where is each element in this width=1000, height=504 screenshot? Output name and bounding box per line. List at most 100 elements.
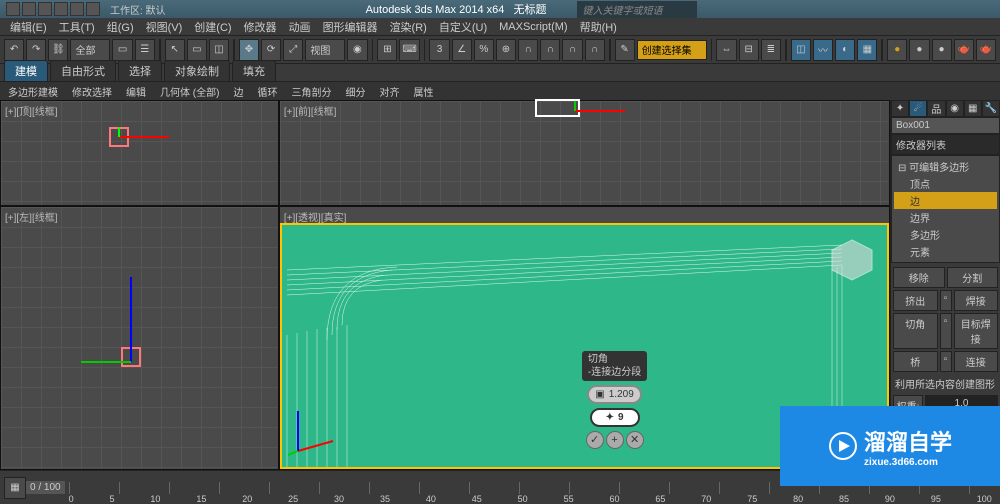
render-setup-button[interactable]: ▦: [857, 39, 877, 61]
snap-icon[interactable]: ∩: [585, 39, 605, 61]
tab-selection[interactable]: 选择: [118, 60, 162, 81]
menu-modifiers[interactable]: 修改器: [238, 19, 283, 35]
split-button[interactable]: 分割: [947, 267, 999, 288]
teapot-icon[interactable]: 🫖: [954, 39, 974, 61]
frame-indicator[interactable]: 0 / 100: [26, 481, 65, 494]
qat-icon[interactable]: [22, 2, 36, 16]
menu-group[interactable]: 组(G): [101, 19, 140, 35]
menu-views[interactable]: 视图(V): [140, 19, 189, 35]
extrude-button[interactable]: 挤出: [893, 290, 938, 311]
ribbon-geometry[interactable]: 几何体 (全部): [156, 84, 223, 99]
stack-polygon[interactable]: 多边形: [894, 226, 997, 243]
menu-create[interactable]: 创建(C): [188, 19, 237, 35]
hierarchy-tab-icon[interactable]: 品: [927, 100, 945, 117]
viewport-front[interactable]: [+][前][线框]: [279, 100, 890, 206]
manipulate-button[interactable]: ⊞: [377, 39, 397, 61]
ribbon-modify-sel[interactable]: 修改选择: [68, 84, 116, 99]
viewport-top[interactable]: [+][顶][线框]: [0, 100, 279, 206]
timeline-config-icon[interactable]: ▦: [4, 477, 26, 499]
render-iterative-button[interactable]: ●: [932, 39, 952, 61]
angle-snap[interactable]: ∠: [452, 39, 472, 61]
snap-icon[interactable]: ∩: [540, 39, 560, 61]
remove-button[interactable]: 移除: [893, 267, 945, 288]
object-name-field[interactable]: Box001: [891, 117, 1000, 134]
tab-modeling[interactable]: 建模: [4, 60, 48, 81]
mirror-button[interactable]: ⇔: [716, 39, 736, 61]
render-button[interactable]: ●: [887, 39, 907, 61]
connect-button[interactable]: 连接: [954, 351, 999, 372]
chamfer-amount-field[interactable]: ▣ 1.209: [587, 385, 641, 404]
ribbon-props[interactable]: 属性: [409, 84, 437, 99]
align-button[interactable]: ⊟: [739, 39, 759, 61]
ref-coord-dropdown[interactable]: 视图: [305, 39, 345, 61]
ribbon-edges[interactable]: 边: [229, 84, 247, 99]
spinner-snap[interactable]: ⊕: [496, 39, 516, 61]
viewport-front-label[interactable]: [+][前][线框]: [284, 103, 337, 118]
workspace-selector[interactable]: 工作区: 默认: [110, 2, 166, 17]
layers-button[interactable]: ≣: [761, 39, 781, 61]
ribbon-tri[interactable]: 三角剖分: [287, 84, 335, 99]
caddy-ok-button[interactable]: ✓: [586, 431, 604, 449]
chamfer-button[interactable]: 切角: [893, 313, 938, 349]
qat-icon[interactable]: [86, 2, 100, 16]
window-crossing-button[interactable]: ◫: [209, 39, 229, 61]
stack-root[interactable]: ⊟ 可编辑多边形: [894, 158, 997, 175]
select-name-button[interactable]: ☰: [135, 39, 155, 61]
ribbon-loops[interactable]: 循环: [253, 84, 281, 99]
display-tab-icon[interactable]: ▦: [964, 100, 982, 117]
tab-freeform[interactable]: 自由形式: [50, 60, 116, 81]
ribbon-subdiv[interactable]: 细分: [341, 84, 369, 99]
select-region-button[interactable]: ▭: [187, 39, 207, 61]
menu-maxscript[interactable]: MAXScript(M): [493, 21, 573, 33]
motion-tab-icon[interactable]: ◉: [946, 100, 964, 117]
menu-animation[interactable]: 动画: [283, 19, 317, 35]
chamfer-settings-button[interactable]: ▫: [940, 313, 952, 349]
material-editor-button[interactable]: ◐: [835, 39, 855, 61]
undo-button[interactable]: ↶: [4, 39, 24, 61]
menu-help[interactable]: 帮助(H): [574, 19, 623, 35]
ribbon-align[interactable]: 对齐: [375, 84, 403, 99]
stack-element[interactable]: 元素: [894, 243, 997, 260]
percent-snap[interactable]: %: [474, 39, 494, 61]
select-object-button[interactable]: ↖: [165, 39, 185, 61]
menu-render[interactable]: 渲染(R): [384, 19, 433, 35]
snap-toggle[interactable]: 3: [429, 39, 449, 61]
stack-border[interactable]: 边界: [894, 209, 997, 226]
move-button[interactable]: ✥: [239, 39, 259, 61]
caddy-cancel-button[interactable]: ✕: [626, 431, 644, 449]
menu-edit[interactable]: 编辑(E): [4, 19, 53, 35]
target-weld-button[interactable]: 目标焊接: [954, 313, 999, 349]
qat-icon[interactable]: [38, 2, 52, 16]
render-last-button[interactable]: ●: [909, 39, 929, 61]
menu-graph[interactable]: 图形编辑器: [317, 19, 384, 35]
snap-icon[interactable]: ∩: [518, 39, 538, 61]
ribbon-edit[interactable]: 编辑: [122, 84, 150, 99]
teapot-render-icon[interactable]: 🫖: [976, 39, 996, 61]
stack-edge[interactable]: 边: [894, 192, 997, 209]
named-selection-input[interactable]: [637, 40, 707, 60]
scale-button[interactable]: ⤢: [283, 39, 303, 61]
schematic-button[interactable]: ◫: [791, 39, 811, 61]
menu-tools[interactable]: 工具(T): [53, 19, 101, 35]
selection-filter-dropdown[interactable]: 全部: [70, 39, 110, 61]
edit-named-button[interactable]: ✎: [615, 39, 635, 61]
bridge-button[interactable]: 桥: [893, 351, 938, 372]
modifier-stack[interactable]: ⊟ 可编辑多边形 顶点 边 边界 多边形 元素: [891, 155, 1000, 263]
modify-tab-icon[interactable]: ☄: [909, 100, 927, 117]
keyboard-button[interactable]: ⌨: [399, 39, 419, 61]
chamfer-segments-field[interactable]: ✦ 9: [590, 408, 640, 427]
pivot-button[interactable]: ◉: [347, 39, 367, 61]
bridge-settings-button[interactable]: ▫: [940, 351, 952, 372]
qat-icon[interactable]: [54, 2, 68, 16]
qat-icon[interactable]: [70, 2, 84, 16]
create-tab-icon[interactable]: ✦: [891, 100, 909, 117]
utilities-tab-icon[interactable]: 🔧: [982, 100, 1000, 117]
redo-button[interactable]: ↷: [26, 39, 46, 61]
select-button[interactable]: ▭: [112, 39, 132, 61]
help-search-input[interactable]: 键入关键字或短语: [577, 1, 697, 18]
tab-object-paint[interactable]: 对象绘制: [164, 60, 230, 81]
modifier-list-dropdown[interactable]: 修改器列表: [891, 134, 1000, 155]
weld-button[interactable]: 焊接: [954, 290, 999, 311]
viewcube-icon[interactable]: [827, 235, 877, 285]
viewport-top-label[interactable]: [+][顶][线框]: [5, 103, 58, 118]
